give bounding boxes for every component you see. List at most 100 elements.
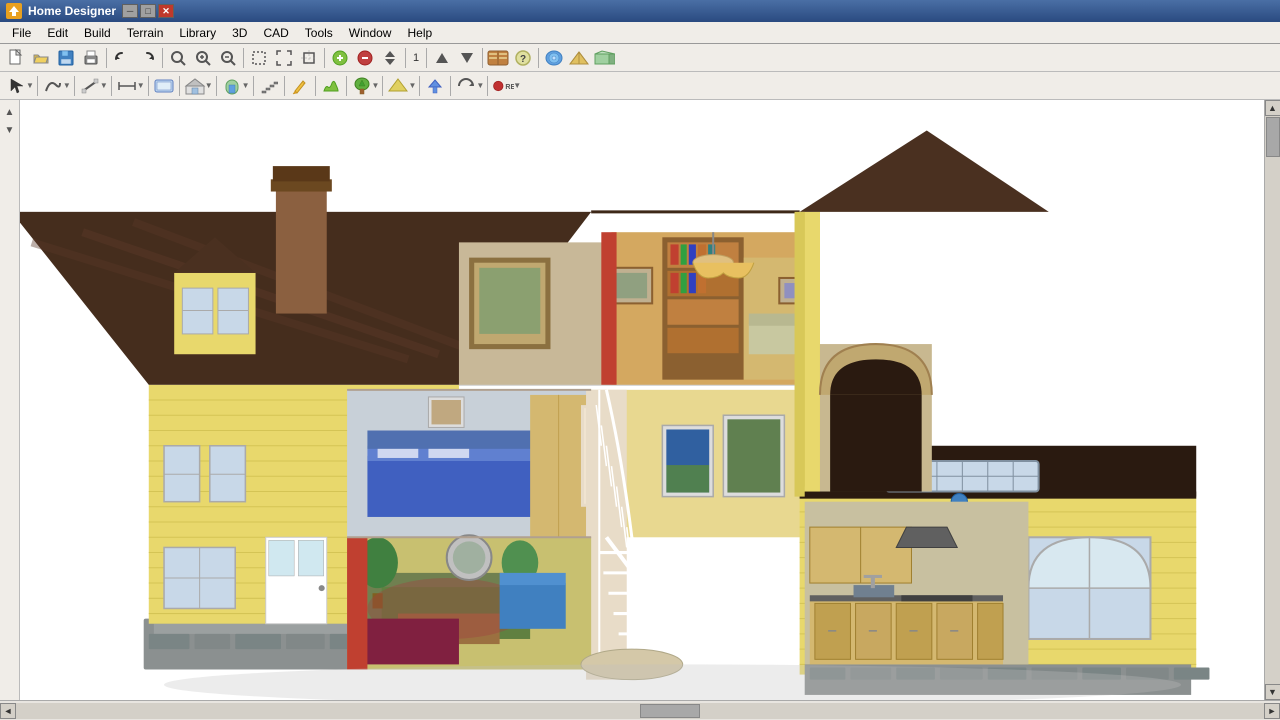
toolbar-separator-2 [162, 48, 163, 68]
undo-button[interactable] [110, 47, 134, 69]
door-dropdown[interactable]: ▼ [242, 81, 250, 90]
window-controls: ─ □ ✕ [122, 4, 174, 18]
canvas-area[interactable] [20, 100, 1264, 700]
arrow-tool-dropdown[interactable]: ▼ [26, 81, 34, 90]
catalog-button[interactable] [486, 47, 510, 69]
scroll-thumb[interactable] [1266, 117, 1280, 157]
door-tool-button[interactable] [220, 75, 244, 97]
rotate-dropdown[interactable]: ▼ [476, 81, 484, 90]
zoom-in-button[interactable] [191, 47, 215, 69]
number-display: 1 [409, 50, 423, 66]
plant-dropdown[interactable]: ▼ [372, 81, 380, 90]
toolbar-separator-1 [106, 48, 107, 68]
menu-file[interactable]: File [4, 22, 39, 43]
record-button[interactable]: REC [491, 75, 515, 97]
rotate-button[interactable] [454, 75, 478, 97]
new-button[interactable] [4, 47, 28, 69]
tb2-separator-7 [253, 76, 254, 96]
line-tool-button[interactable] [78, 75, 102, 97]
horizontal-scrollbar[interactable]: ◄ ► [0, 700, 1280, 720]
app-title: Home Designer [28, 4, 116, 18]
house-dropdown[interactable]: ▼ [205, 81, 213, 90]
left-arrow-up[interactable]: ▲ [2, 104, 18, 120]
terrain-tool-button[interactable] [319, 75, 343, 97]
line-dropdown[interactable]: ▼ [100, 81, 108, 90]
tb2-separator-1 [37, 76, 38, 96]
tb2-separator-12 [419, 76, 420, 96]
left-toolbar: ▲ ▼ [0, 100, 20, 700]
shape-dropdown[interactable]: ▼ [408, 81, 416, 90]
perspective-button[interactable] [567, 47, 591, 69]
tb2-separator-13 [450, 76, 451, 96]
toolbar-secondary: ▼ ▼ ▼ ▼ ▼ ▼ [0, 72, 1280, 100]
open-button[interactable] [29, 47, 53, 69]
dimension-dropdown[interactable]: ▼ [137, 81, 145, 90]
pencil-tool-button[interactable] [288, 75, 312, 97]
help-button[interactable]: ? [511, 47, 535, 69]
menu-cad[interactable]: CAD [255, 22, 296, 43]
view-tool-button[interactable] [152, 75, 176, 97]
redo-button[interactable] [135, 47, 159, 69]
menu-terrain[interactable]: Terrain [119, 22, 172, 43]
scroll-down-button[interactable]: ▼ [1265, 684, 1280, 700]
menu-bar: File Edit Build Terrain Library 3D CAD T… [0, 22, 1280, 44]
elevate-button[interactable] [423, 75, 447, 97]
tb2-separator-5 [179, 76, 180, 96]
menu-help[interactable]: Help [399, 22, 440, 43]
toolbar-separator-5 [405, 48, 406, 68]
plant-tool-button[interactable] [350, 75, 374, 97]
scroll-up-button[interactable]: ▲ [1265, 100, 1280, 116]
toolbar-separator-6 [426, 48, 427, 68]
scroll-arrows-button[interactable] [378, 47, 402, 69]
close-button[interactable]: ✕ [158, 4, 174, 18]
menu-3d[interactable]: 3D [224, 22, 255, 43]
tb2-separator-6 [216, 76, 217, 96]
spline-tool-button[interactable] [41, 75, 65, 97]
menu-tools[interactable]: Tools [297, 22, 341, 43]
remove-button[interactable] [353, 47, 377, 69]
h-scroll-track[interactable] [16, 703, 1264, 719]
toolbar-separator-4 [324, 48, 325, 68]
tb2-separator-2 [74, 76, 75, 96]
scroll-left-button[interactable]: ◄ [0, 703, 16, 719]
title-bar: Home Designer ─ □ ✕ [0, 0, 1280, 22]
zoom-out-button[interactable] [216, 47, 240, 69]
main-area: ▲ ▼ [0, 100, 1280, 700]
tb2-separator-10 [346, 76, 347, 96]
house-tool-button[interactable] [183, 75, 207, 97]
minimize-button[interactable]: ─ [122, 4, 138, 18]
down-arrow-button[interactable] [455, 47, 479, 69]
search-button[interactable] [166, 47, 190, 69]
tb2-separator-3 [111, 76, 112, 96]
menu-edit[interactable]: Edit [39, 22, 76, 43]
scroll-right-button[interactable]: ► [1264, 703, 1280, 719]
left-arrow-down[interactable]: ▼ [2, 122, 18, 138]
fullscreen-button[interactable] [272, 47, 296, 69]
select-rect-button[interactable] [247, 47, 271, 69]
record-dropdown[interactable]: ▼ [513, 81, 521, 90]
app-icon [6, 3, 22, 19]
maximize-button[interactable]: □ [140, 4, 156, 18]
tb2-separator-11 [382, 76, 383, 96]
add-button[interactable] [328, 47, 352, 69]
toolbar-separator-7 [482, 48, 483, 68]
save-button[interactable] [54, 47, 78, 69]
vertical-scrollbar[interactable]: ▲ ▼ [1264, 100, 1280, 700]
scroll-track[interactable] [1265, 116, 1280, 684]
spline-dropdown[interactable]: ▼ [63, 81, 71, 90]
arrow-tool-button[interactable] [4, 75, 28, 97]
tb2-separator-8 [284, 76, 285, 96]
tb2-separator-4 [148, 76, 149, 96]
menu-library[interactable]: Library [171, 22, 224, 43]
stair-tool-button[interactable] [257, 75, 281, 97]
view-3d-button[interactable] [542, 47, 566, 69]
fit-extent-button[interactable] [297, 47, 321, 69]
shape-tool-button[interactable] [386, 75, 410, 97]
print-button[interactable] [79, 47, 103, 69]
view-plan-button[interactable] [592, 47, 616, 69]
menu-window[interactable]: Window [341, 22, 400, 43]
up-arrow-button[interactable] [430, 47, 454, 69]
menu-build[interactable]: Build [76, 22, 119, 43]
dimension-tool-button[interactable] [115, 75, 139, 97]
h-scroll-thumb[interactable] [640, 704, 700, 718]
